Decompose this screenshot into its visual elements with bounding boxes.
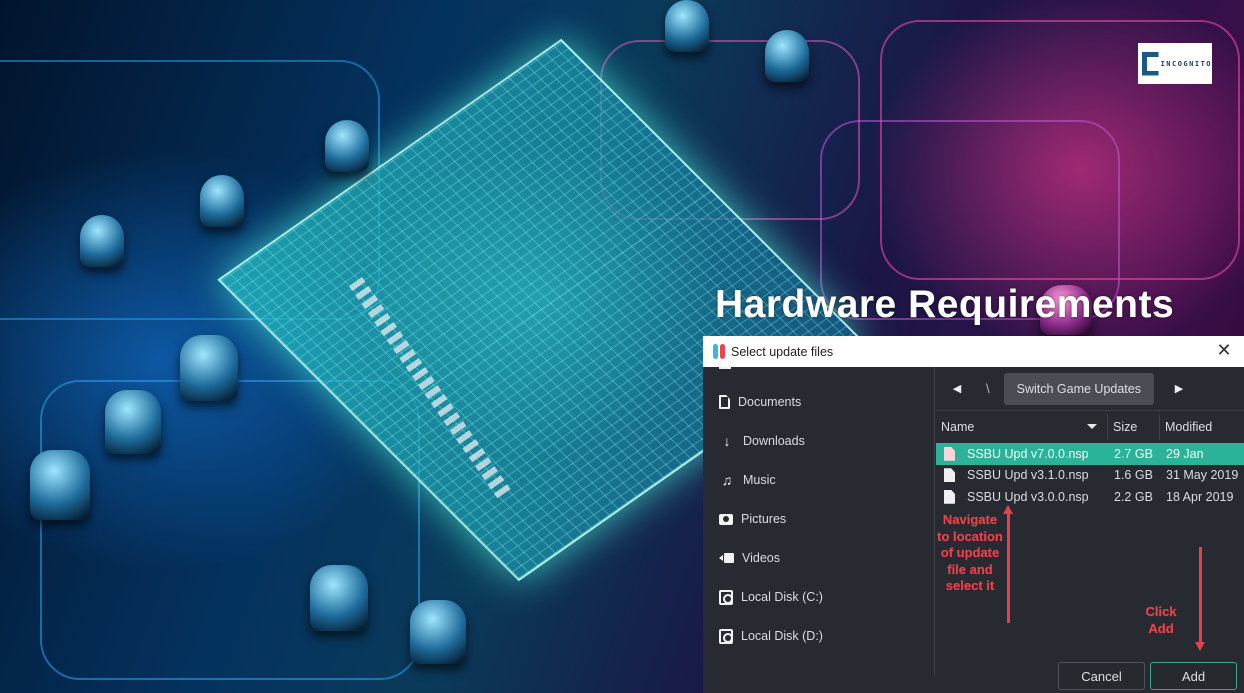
page-headline: Hardware Requirements (715, 283, 1175, 326)
download-icon: ↓ (723, 433, 731, 449)
dialog-titlebar: Select update files ✕ (703, 336, 1244, 367)
sidebar-item-label: Documents (738, 395, 802, 409)
partial-sidebar-item-icon (719, 361, 731, 369)
column-header-modified[interactable]: Modified (1160, 414, 1244, 440)
disk-icon (719, 628, 733, 644)
file-size: 1.6 GB (1114, 468, 1153, 483)
capacitor (105, 390, 161, 454)
sort-descending-icon[interactable] (1087, 424, 1097, 429)
sidebar-item-label: Pictures (741, 512, 787, 526)
file-icon (944, 446, 955, 461)
column-header-name[interactable]: Name (936, 414, 1108, 440)
sidebar-item-label: Local Disk (D:) (741, 629, 823, 643)
sidebar-item-local-disk-d[interactable]: Local Disk (D:) (719, 625, 823, 647)
path-separator[interactable]: \ (986, 381, 990, 396)
music-icon: ♫ (721, 472, 733, 488)
column-header-label: Name (941, 420, 975, 434)
sidebar-item-label: Local Disk (C:) (741, 590, 823, 604)
sidebar-item-label: Downloads (743, 434, 805, 448)
disk-icon (719, 589, 733, 605)
file-list: SSBU Upd v7.0.0.nsp 2.7 GB 29 Jan SSBU U… (936, 443, 1244, 508)
capacitor (30, 450, 90, 520)
camera-icon (719, 513, 733, 525)
column-header-size[interactable]: Size (1108, 414, 1160, 440)
capacitor (310, 565, 368, 631)
navigation-bar: ◀ \ Switch Game Updates ▶ (936, 367, 1244, 411)
file-name: SSBU Upd v7.0.0.nsp (967, 446, 1089, 461)
breadcrumb-current-folder[interactable]: Switch Game Updates (1003, 372, 1154, 405)
capacitor (200, 175, 244, 227)
sidebar-item-videos[interactable]: Videos (719, 547, 780, 569)
close-button[interactable]: ✕ (1214, 341, 1234, 361)
logo-mark-icon (1142, 51, 1159, 76)
file-modified: 29 Jan (1166, 446, 1204, 461)
sidebar: Documents ↓ Downloads ♫ Music Pictures V… (703, 361, 935, 677)
forward-arrow-icon[interactable]: ▶ (1174, 382, 1184, 396)
dialog-body: Documents ↓ Downloads ♫ Music Pictures V… (703, 361, 1244, 693)
sidebar-item-pictures[interactable]: Pictures (719, 508, 786, 530)
file-size: 2.7 GB (1114, 446, 1153, 461)
sidebar-item-label: Videos (742, 551, 780, 565)
switch-app-icon (713, 344, 725, 359)
file-size: 2.2 GB (1114, 489, 1153, 504)
annotation-click-add: Click Add (1145, 604, 1177, 636)
file-row[interactable]: SSBU Upd v7.0.0.nsp 2.7 GB 29 Jan (936, 443, 1244, 465)
file-table-header: Name Size Modified (936, 414, 1244, 440)
capacitor (765, 30, 809, 82)
capacitor (325, 120, 369, 172)
incognito-logo: INCOGNITO (1138, 43, 1212, 84)
document-icon (719, 395, 730, 409)
file-icon (944, 489, 955, 504)
sidebar-item-music[interactable]: ♫ Music (719, 469, 776, 491)
select-update-files-dialog: Select update files ✕ Documents ↓ Downlo… (703, 336, 1244, 693)
sidebar-item-downloads[interactable]: ↓ Downloads (719, 430, 805, 452)
file-modified: 31 May 2019 (1166, 468, 1239, 483)
video-icon (719, 553, 734, 563)
file-name: SSBU Upd v3.1.0.nsp (967, 468, 1089, 483)
file-row[interactable]: SSBU Upd v3.1.0.nsp 1.6 GB 31 May 2019 (936, 465, 1244, 487)
add-button[interactable]: Add (1150, 662, 1237, 690)
back-arrow-icon[interactable]: ◀ (952, 382, 962, 396)
file-modified: 18 Apr 2019 (1166, 489, 1234, 504)
file-icon (944, 468, 955, 483)
capacitor (665, 0, 709, 52)
capacitor (180, 335, 238, 401)
column-header-label: Modified (1165, 420, 1213, 434)
file-row[interactable]: SSBU Upd v3.0.0.nsp 2.2 GB 18 Apr 2019 (936, 486, 1244, 508)
capacitor (80, 215, 124, 267)
sidebar-item-local-disk-c[interactable]: Local Disk (C:) (719, 586, 823, 608)
annotation-navigate: Navigate to location of update file and … (937, 512, 1003, 593)
dialog-title: Select update files (731, 344, 834, 359)
sidebar-item-label: Music (743, 473, 776, 487)
logo-text: INCOGNITO (1160, 59, 1212, 68)
annotation-arrow-down-icon (1195, 547, 1205, 651)
capacitor (410, 600, 466, 664)
cancel-button[interactable]: Cancel (1058, 662, 1145, 690)
annotation-arrow-up-icon (1003, 505, 1013, 623)
column-header-label: Size (1113, 420, 1138, 434)
sidebar-item-documents[interactable]: Documents (719, 391, 801, 413)
file-name: SSBU Upd v3.0.0.nsp (967, 489, 1089, 504)
